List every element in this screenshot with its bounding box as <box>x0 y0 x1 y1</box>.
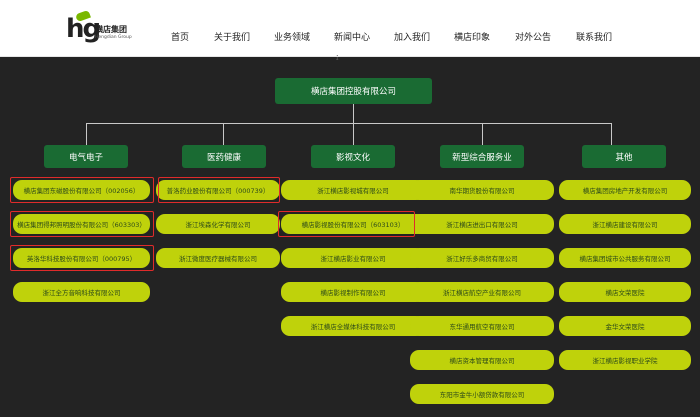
nav-contact[interactable]: 联系我们 <box>576 30 612 43</box>
category-services: 新型综合服务业 <box>440 145 524 168</box>
company-node[interactable]: 浙江横店航空产业有限公司 <box>410 282 554 302</box>
highlight-box <box>10 211 154 237</box>
nav-home[interactable]: 首页 <box>171 30 189 43</box>
org-root-node: 横店集团控股有限公司 <box>275 78 432 104</box>
connector <box>86 123 612 124</box>
highlight-box <box>278 211 415 237</box>
category-pharma: 医药健康 <box>182 145 266 168</box>
section-title-fragment: ɉ <box>336 55 339 60</box>
site-header: hg 横店集团 Hengdian Group 首页 关于我们 业务领域 新闻中心… <box>0 0 700 57</box>
company-node[interactable]: 浙江横店进出口有限公司 <box>410 214 554 234</box>
logo-en: Hengdian Group <box>95 35 132 40</box>
hengdian-logo[interactable]: hg 横店集团 Hengdian Group <box>66 9 136 46</box>
nav-join[interactable]: 加入我们 <box>394 30 430 43</box>
nav-about[interactable]: 关于我们 <box>214 30 250 43</box>
company-node[interactable]: 浙江全方音响科技有限公司 <box>13 282 150 302</box>
company-node[interactable]: 横店集团房地产开发有限公司 <box>559 180 691 200</box>
company-node[interactable]: 南华期货股份有限公司 <box>410 180 554 200</box>
company-node[interactable]: 浙江横店影视城有限公司 <box>281 180 425 200</box>
company-node[interactable]: 浙江横店影视职业学院 <box>559 350 691 370</box>
category-film: 影视文化 <box>311 145 395 168</box>
nav-announcements[interactable]: 对外公告 <box>515 30 551 43</box>
connector <box>86 123 87 145</box>
company-node[interactable]: 东华通用航空有限公司 <box>410 316 554 336</box>
connector <box>353 123 354 145</box>
company-node[interactable]: 浙江横店影业有限公司 <box>281 248 425 268</box>
company-node[interactable]: 浙江埃森化学有限公司 <box>156 214 280 234</box>
highlight-box <box>10 245 154 271</box>
company-node[interactable]: 浙江横店建设有限公司 <box>559 214 691 234</box>
company-node[interactable]: 横店资本管理有限公司 <box>410 350 554 370</box>
nav-news[interactable]: 新闻中心 <box>334 30 370 43</box>
company-node[interactable]: 浙江横店全媒体科技有限公司 <box>281 316 425 336</box>
category-electrical: 电气电子 <box>44 145 128 168</box>
company-node[interactable]: 浙江好乐多商贸有限公司 <box>410 248 554 268</box>
connector <box>482 123 483 145</box>
connector <box>223 123 224 145</box>
company-node[interactable]: 浙江微度医疗器械有限公司 <box>156 248 280 268</box>
company-node[interactable]: 横店影视制作有限公司 <box>281 282 425 302</box>
company-node[interactable]: 横店集团城市公共服务有限公司 <box>559 248 691 268</box>
company-node[interactable]: 金华文荣医院 <box>559 316 691 336</box>
company-node[interactable]: 横店文荣医院 <box>559 282 691 302</box>
nav-impression[interactable]: 横店印象 <box>454 30 490 43</box>
highlight-box <box>10 177 154 203</box>
connector <box>611 123 612 145</box>
highlight-box <box>158 177 280 203</box>
connector <box>353 104 354 123</box>
company-node[interactable]: 东阳市金牛小额贷款有限公司 <box>410 384 554 404</box>
logo-cn: 横店集团 <box>95 25 127 34</box>
category-other: 其他 <box>582 145 666 168</box>
nav-business[interactable]: 业务领域 <box>274 30 310 43</box>
